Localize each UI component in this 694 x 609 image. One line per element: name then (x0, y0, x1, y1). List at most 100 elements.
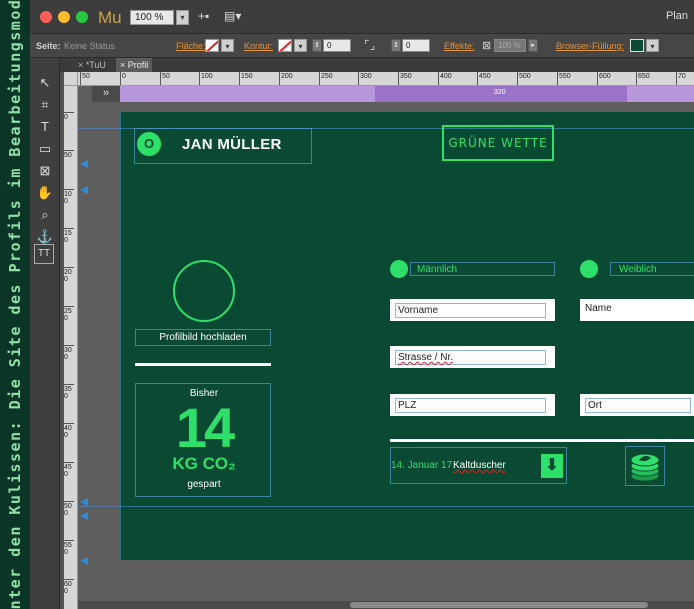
profile-image-placeholder[interactable] (173, 260, 235, 322)
vertical-ruler[interactable]: 0 50 100 150 200 250 300 350 400 450 500… (64, 86, 78, 609)
crop-tool[interactable]: ⌗ (33, 94, 57, 116)
stroke-width-input[interactable]: 0 (323, 39, 351, 52)
ruler-tick: 350 (64, 384, 74, 400)
ruler-tick: 100 (64, 189, 74, 205)
horizontal-scrollbar[interactable] (78, 601, 694, 609)
ort-placeholder: Ort (585, 398, 691, 413)
ruler-tick: 50 (160, 72, 170, 85)
radio-maennlich[interactable] (390, 260, 408, 278)
corner-options-icon[interactable]: ⌜⌟ (364, 38, 375, 52)
rectangle-tool[interactable]: ▭ (33, 138, 57, 160)
effekte-label[interactable]: Effekte: (444, 41, 474, 51)
coin-stack-icon[interactable] (625, 446, 665, 486)
opacity-arrow[interactable]: ▸ (528, 39, 538, 52)
ruler-tick: 600 (64, 579, 74, 595)
fill-dropdown[interactable]: ▾ (221, 39, 234, 52)
activity-entry[interactable]: 14. Januar 17 Kaltduscher ⬇ (390, 447, 567, 484)
hand-tool[interactable]: ✋ (33, 182, 57, 204)
tab-tuu[interactable]: × *TuU (74, 58, 110, 72)
text-tool[interactable]: T (33, 116, 57, 138)
radio-weiblich[interactable] (580, 260, 598, 278)
application-window: Mu 100 % ▾ +▪ ▤▾ Plan Seite: Keine Statu… (30, 0, 694, 609)
seite-label: Seite: (36, 41, 61, 51)
tab-tuu-label: *TuU (85, 60, 106, 70)
crop-icon: ⌗ (41, 97, 49, 112)
toolbox: ↖ ⌗ T ▭ ⊠ ✋ ⌕ ⚓ TT (30, 58, 60, 609)
breakpoint-control[interactable]: » (92, 86, 120, 102)
dimension-input[interactable]: 0 (402, 39, 430, 52)
ruler-tick: 300 (358, 72, 372, 85)
browser-fill-dropdown[interactable]: ▾ (646, 39, 659, 52)
ruler-tick: 600 (597, 72, 611, 85)
arrow-down-icon[interactable]: ⬇ (541, 454, 563, 478)
stroke-swatch[interactable] (278, 39, 292, 52)
fill-swatch[interactable] (205, 39, 219, 52)
entry-title: Kaltduscher (453, 460, 506, 471)
plz-placeholder: PLZ (395, 398, 546, 413)
browser-fill-swatch[interactable] (630, 39, 644, 52)
image-frame-tool[interactable]: ⊠ (33, 160, 57, 182)
ruler-tick: 300 (64, 345, 74, 361)
opacity-input[interactable]: 100 % (494, 39, 526, 52)
kontur-label[interactable]: Kontur: (244, 41, 273, 51)
zoom-dropdown-button[interactable]: ▾ (176, 10, 189, 25)
selection-tool[interactable]: ↖ (33, 72, 57, 94)
vorname-placeholder: Vorname (395, 303, 546, 318)
zoom-tool[interactable]: ⌕ (33, 204, 57, 226)
scrollbar-thumb[interactable] (350, 602, 648, 608)
ruler-tick: 450 (64, 462, 74, 478)
guide-line (120, 112, 121, 560)
ruler-tick: 0 (64, 112, 74, 121)
guide-marker[interactable] (80, 160, 88, 168)
view-mode-icon[interactable]: ▤▾ (224, 9, 241, 23)
ruler-corner[interactable] (64, 72, 78, 86)
ruler-tick: 100 (199, 72, 213, 85)
name-field[interactable]: Name (580, 299, 694, 321)
guide-marker[interactable] (80, 512, 88, 520)
side-caption: Hinter den Kulissen: Die Site des Profil… (6, 0, 24, 609)
upload-profile-image-button[interactable]: Profilbild hochladen (135, 329, 271, 346)
stroke-stepper[interactable]: ⇕ (312, 39, 322, 52)
text-icon: T (41, 119, 49, 134)
ruler-tick: 150 (64, 228, 74, 244)
breakpoint-label: 320 (494, 89, 506, 96)
vorname-field[interactable]: Vorname (390, 299, 555, 321)
minimize-window-button[interactable] (58, 11, 70, 23)
guide-marker[interactable] (80, 498, 88, 506)
anchor-icon: ⚓ (36, 229, 54, 244)
guide-marker[interactable] (80, 557, 88, 565)
zoom-window-button[interactable] (76, 11, 88, 23)
stroke-dropdown[interactable]: ▾ (294, 39, 307, 52)
guide-marker[interactable] (80, 186, 88, 194)
co2-savings-box: Bisher 14 KG CO₂ gespart (135, 383, 271, 497)
widget-tool[interactable]: TT (34, 244, 54, 264)
ruler-tick: 250 (319, 72, 333, 85)
widget-icon: TT (37, 248, 51, 259)
radio-maennlich-label: Männlich (410, 262, 555, 276)
savings-caption: gespart (187, 479, 221, 490)
flaeche-label[interactable]: Fläche: (176, 41, 206, 51)
browser-fill-label[interactable]: Browser-Füllung: (556, 41, 624, 51)
ort-field[interactable]: Ort (580, 394, 694, 416)
ruler-tick: 650 (636, 72, 650, 85)
plz-field[interactable]: PLZ (390, 394, 555, 416)
design-canvas[interactable]: » 320 O JAN MÜLLER GRÜNE WETTE Profilbil… (78, 86, 694, 609)
ruler-tick: 200 (64, 267, 74, 283)
ruler-tick: 50 (64, 150, 74, 159)
ruler-tick: 550 (64, 540, 74, 556)
horizontal-ruler[interactable]: 50 0 50 100 150 200 250 300 350 400 450 … (78, 72, 694, 86)
ruler-tick: 550 (557, 72, 571, 85)
zoom-level-field[interactable]: 100 % (130, 10, 174, 25)
zoom-icon: ⌕ (41, 207, 49, 222)
dimension-stepper[interactable]: ⇕ (391, 39, 401, 52)
gruene-wette-logo[interactable]: GRÜNE WETTE (442, 125, 554, 161)
arrange-icon[interactable]: +▪ (198, 9, 209, 23)
ruler-tick: 450 (477, 72, 491, 85)
ruler-tick: 250 (64, 306, 74, 322)
image-frame-icon: ⊠ (39, 163, 51, 178)
profile-page[interactable]: O JAN MÜLLER GRÜNE WETTE Profilbild hoch… (78, 112, 694, 560)
tab-profil[interactable]: × Profil (116, 58, 153, 72)
strasse-field[interactable]: Strasse / Nr. (390, 346, 555, 368)
close-window-button[interactable] (40, 11, 52, 23)
seite-value[interactable]: Keine Status (64, 41, 115, 51)
